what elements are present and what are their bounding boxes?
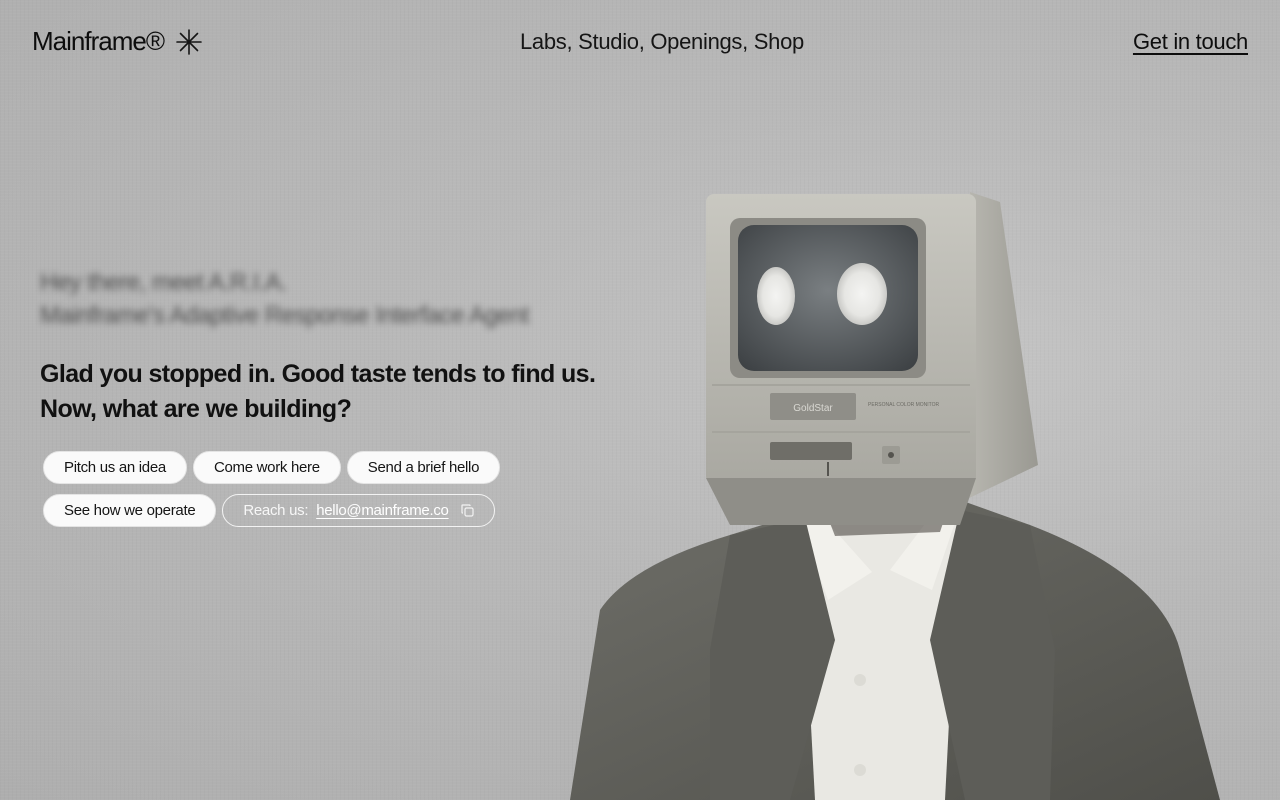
pitch-idea-button[interactable]: Pitch us an idea [43,451,187,484]
site-header: Mainframe® Labs, Studio, Openings, Shop … [0,0,1280,86]
headline-line2: Now, what are we building? [40,395,352,423]
suggestion-chips: Pitch us an idea Come work here Send a b… [43,451,563,537]
nav-link-studio[interactable]: Studio, [578,29,645,54]
assistant-intro-line2: Mainframe's Adaptive Response Interface … [40,302,530,329]
see-how-we-operate-button[interactable]: See how we operate [43,494,217,527]
nav-link-openings[interactable]: Openings, [650,29,748,54]
nav-link-labs[interactable]: Labs, [520,29,573,54]
reach-us-chip: Reach us: hello@mainframe.co [222,494,495,527]
monitor-sub-text: PERSONAL COLOR MONITOR [868,402,940,408]
email-link[interactable]: hello@mainframe.co [316,502,449,519]
headline-line1: Glad you stopped in. Good taste tends to… [40,360,596,388]
brand-logo-text[interactable]: Mainframe® [32,26,165,57]
get-in-touch-link[interactable]: Get in touch [1133,29,1248,55]
main-nav: Labs, Studio, Openings, Shop [520,29,804,55]
assistant-intro-line1: Hey there, meet A.R.I.A. [40,269,287,296]
hero-headline: Glad you stopped in. Good taste tends to… [40,357,660,427]
brand[interactable]: Mainframe® [32,26,202,57]
chip-row-2: See how we operate Reach us: hello@mainf… [43,494,563,527]
monitor-brand-text: GoldStar [793,403,833,414]
nav-link-shop[interactable]: Shop [754,29,804,54]
send-hello-button[interactable]: Send a brief hello [346,451,501,484]
hero-image: GoldStar PERSONAL COLOR MONITOR [570,192,1220,800]
assistant-intro: Hey there, meet A.R.I.A. Mainframe's Ada… [40,266,530,332]
copy-icon[interactable] [460,504,474,517]
come-work-here-button[interactable]: Come work here [192,451,341,484]
reach-us-label: Reach us: [243,502,309,519]
chip-row-1: Pitch us an idea Come work here Send a b… [43,451,563,484]
asterisk-icon [176,28,202,55]
